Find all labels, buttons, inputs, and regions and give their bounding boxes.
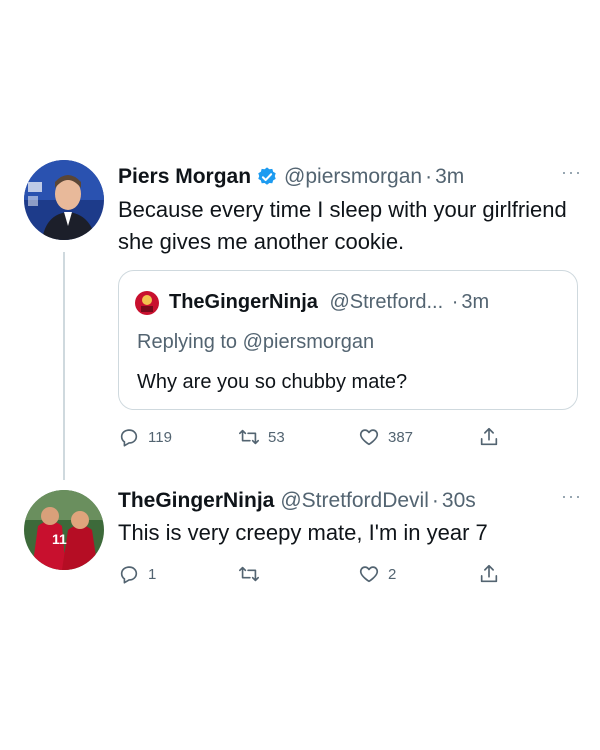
more-icon[interactable]: ··· [561, 486, 582, 507]
tweet-text: Because every time I sleep with your gir… [118, 197, 567, 254]
like-button[interactable]: 2 [358, 563, 396, 585]
like-count: 387 [388, 428, 414, 446]
author-handle[interactable]: @StretfordDevil [280, 489, 429, 513]
tweet-text: This is very creepy mate, I'm in year 7 [118, 520, 488, 545]
quoted-text: Why are you so chubby mate? [137, 371, 408, 393]
separator-dot: · [451, 291, 459, 313]
like-button[interactable]: 387 [358, 426, 413, 448]
reply-button[interactable]: 1 [118, 563, 156, 585]
separator-dot: · [431, 489, 439, 512]
like-icon [359, 429, 379, 446]
svg-text:11: 11 [52, 531, 67, 547]
timestamp[interactable]: 30s [442, 489, 476, 513]
share-icon [480, 564, 498, 583]
author-name[interactable]: TheGingerNinja [118, 489, 274, 513]
retweet-button[interactable] [238, 563, 268, 585]
thread-line [63, 252, 65, 480]
quoted-header: TheGingerNinja @Stretford... · 3m [169, 291, 489, 314]
avatar-thegingerninja[interactable]: 11 [24, 490, 104, 570]
like-count: 2 [388, 565, 397, 583]
tweet-actions: 1 2 [118, 563, 498, 589]
quoted-tweet[interactable]: TheGingerNinja @Stretford... · 3m Replyin… [118, 270, 578, 410]
retweet-count: 53 [268, 428, 285, 446]
reply-button[interactable]: 119 [118, 426, 172, 448]
share-icon [480, 427, 498, 446]
separator-dot: · [425, 165, 433, 188]
retweet-icon [239, 566, 259, 582]
like-icon [359, 566, 379, 583]
reply-icon [120, 429, 138, 447]
quoted-author-handle: @Stretford... [329, 291, 444, 313]
reply-count: 1 [148, 565, 157, 583]
retweet-icon [239, 429, 259, 445]
share-button[interactable] [478, 426, 508, 448]
tweet-header: Piers Morgan @piersmorgan · 3m [118, 165, 464, 189]
replying-to: Replying to @piersmorgan [137, 331, 375, 353]
avatar-piers-morgan[interactable] [24, 160, 104, 240]
quoted-timestamp: 3m [461, 291, 490, 313]
verified-badge-icon [258, 167, 276, 185]
timestamp[interactable]: 3m [435, 165, 464, 189]
retweet-button[interactable]: 53 [238, 426, 285, 448]
more-icon[interactable]: ··· [561, 162, 582, 183]
reply-icon [120, 566, 138, 584]
author-handle[interactable]: @piersmorgan [284, 165, 422, 189]
avatar-quoted [135, 291, 159, 315]
reply-count: 119 [148, 428, 172, 446]
tweet-header: TheGingerNinja @StretfordDevil · 30s [118, 489, 476, 513]
share-button[interactable] [478, 563, 508, 585]
author-name[interactable]: Piers Morgan [118, 165, 251, 189]
tweet-actions: 119 53 387 [118, 426, 498, 452]
quoted-author-name: TheGingerNinja [169, 291, 318, 313]
